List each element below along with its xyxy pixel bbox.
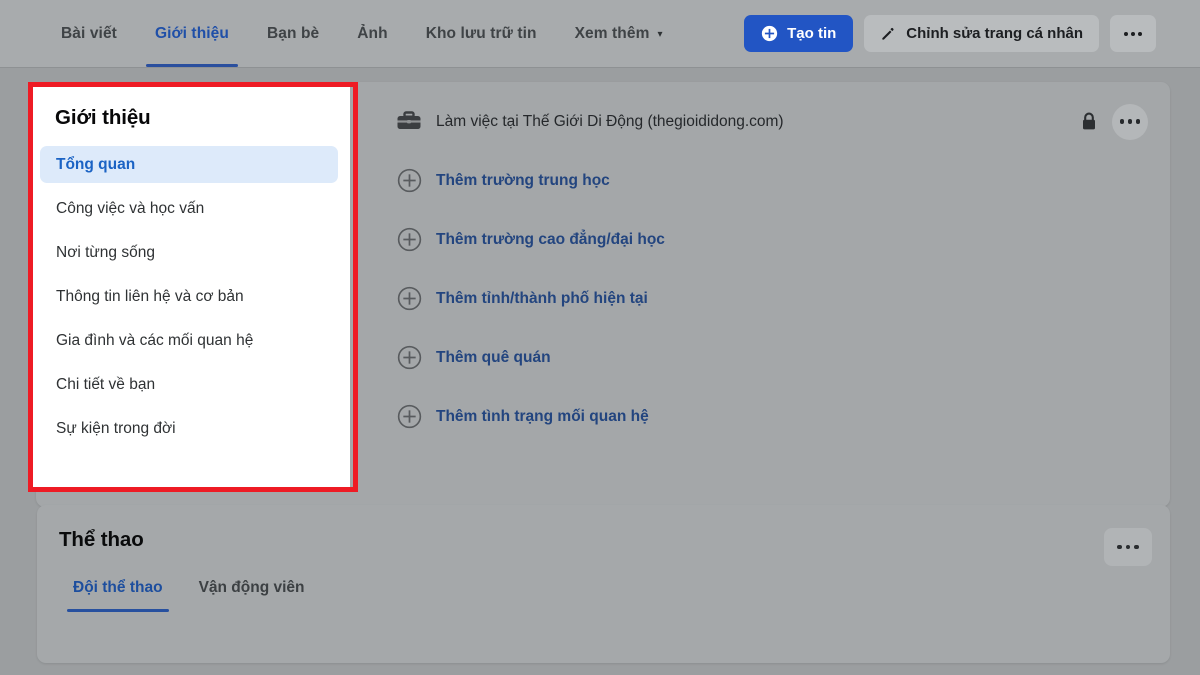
- add-hometown-label: Thêm quê quán: [436, 349, 551, 367]
- ellipsis-icon-dot: [1120, 119, 1125, 124]
- chevron-down-icon: ▾: [657, 30, 662, 40]
- intro-sidebar-title: Giới thiệu: [28, 82, 350, 130]
- plus-circle-outline-icon: [394, 168, 424, 193]
- edit-profile-button[interactable]: Chỉnh sửa trang cá nhân: [864, 15, 1099, 52]
- ellipsis-icon-dot: [1117, 545, 1122, 550]
- sports-tab-van-dong-vien[interactable]: Vận động viên: [185, 579, 319, 612]
- ellipsis-icon-dot: [1138, 32, 1142, 36]
- ellipsis-icon-dot: [1131, 32, 1135, 36]
- workplace-row-actions: [1081, 104, 1148, 140]
- pencil-icon: [880, 26, 896, 42]
- sports-card-title: Thể thao: [37, 505, 1170, 552]
- tab-label: Bạn bè: [267, 25, 319, 43]
- tab-anh[interactable]: Ảnh: [338, 0, 406, 67]
- ellipsis-icon-dot: [1126, 545, 1131, 550]
- tab-kho-luu-tru-tin[interactable]: Kho lưu trữ tin: [407, 0, 556, 67]
- sports-card: Thể thao Đội thể thao Vận động viên: [37, 505, 1170, 663]
- sidebar-item-label: Sự kiện trong đời: [56, 420, 176, 438]
- profile-action-buttons: Tạo tin Chỉnh sửa trang cá nhân: [744, 15, 1156, 52]
- tab-xem-them[interactable]: Xem thêm ▾: [556, 0, 682, 67]
- sports-tabs: Đội thể thao Vận động viên: [37, 579, 1170, 612]
- sidebar-item-label: Chi tiết về bạn: [56, 376, 155, 394]
- create-story-label: Tạo tin: [787, 25, 836, 42]
- add-high-school-label: Thêm trường trung học: [436, 172, 610, 190]
- sidebar-item-chi-tiet-ve-ban[interactable]: Chi tiết về bạn: [40, 366, 338, 403]
- tab-gioi-thieu[interactable]: Giới thiệu: [136, 0, 248, 67]
- add-college-label: Thêm trường cao đẳng/đại học: [436, 231, 665, 249]
- add-high-school-row[interactable]: Thêm trường trung học: [394, 161, 1148, 200]
- sidebar-item-label: Gia đình và các mối quan hệ: [56, 332, 253, 350]
- plus-circle-filled-icon: [761, 25, 778, 42]
- add-current-city-label: Thêm tỉnh/thành phố hiện tại: [436, 290, 648, 308]
- sports-tab-label: Vận động viên: [199, 579, 305, 596]
- plus-circle-outline-icon: [394, 227, 424, 252]
- sports-tab-doi-the-thao[interactable]: Đội thể thao: [59, 579, 177, 612]
- sidebar-item-label: Nơi từng sống: [56, 244, 155, 262]
- ellipsis-icon-dot: [1128, 119, 1133, 124]
- tab-label: Xem thêm: [575, 25, 650, 43]
- tab-bai-viet[interactable]: Bài viết: [42, 0, 136, 67]
- plus-circle-outline-icon: [394, 404, 424, 429]
- briefcase-icon: [394, 110, 424, 133]
- tab-label: Giới thiệu: [155, 25, 229, 43]
- tab-label: Ảnh: [357, 25, 387, 43]
- add-college-row[interactable]: Thêm trường cao đẳng/đại học: [394, 220, 1148, 259]
- intro-overview-content: Làm việc tại Thế Giới Di Động (thegioidi…: [366, 82, 1170, 507]
- add-relationship-status-label: Thêm tình trạng mối quan hệ: [436, 408, 649, 426]
- tab-label: Kho lưu trữ tin: [426, 25, 537, 43]
- sidebar-item-label: Công việc và học vấn: [56, 200, 204, 218]
- profile-tabs: Bài viết Giới thiệu Bạn bè Ảnh Kho lưu t…: [42, 0, 682, 67]
- info-row-workplace: Làm việc tại Thế Giới Di Động (thegioidi…: [394, 102, 1148, 141]
- tab-label: Bài viết: [61, 25, 117, 43]
- profile-nav-bar: Bài viết Giới thiệu Bạn bè Ảnh Kho lưu t…: [0, 0, 1200, 68]
- sports-tab-label: Đội thể thao: [73, 579, 163, 596]
- workplace-more-options-button[interactable]: [1112, 104, 1148, 140]
- ellipsis-icon-dot: [1136, 119, 1141, 124]
- sidebar-item-thong-tin-lien-he[interactable]: Thông tin liên hệ và cơ bản: [40, 278, 338, 315]
- create-story-button[interactable]: Tạo tin: [744, 15, 853, 52]
- sidebar-item-noi-tung-song[interactable]: Nơi từng sống: [40, 234, 338, 271]
- tab-ban-be[interactable]: Bạn bè: [248, 0, 338, 67]
- intro-card: Giới thiệu Tổng quan Công việc và học vấ…: [36, 82, 1170, 507]
- workplace-text: Làm việc tại Thế Giới Di Động (thegioidi…: [436, 113, 784, 131]
- ellipsis-icon-dot: [1134, 545, 1139, 550]
- sidebar-item-cong-viec-va-hoc-van[interactable]: Công việc và học vấn: [40, 190, 338, 227]
- lock-icon: [1081, 112, 1097, 131]
- ellipsis-icon-dot: [1124, 32, 1128, 36]
- sidebar-item-tong-quan[interactable]: Tổng quan: [40, 146, 338, 183]
- sidebar-item-gia-dinh-quan-he[interactable]: Gia đình và các mối quan hệ: [40, 322, 338, 359]
- profile-main-content: Giới thiệu Tổng quan Công việc và học vấ…: [0, 68, 1200, 675]
- intro-sidebar: Giới thiệu Tổng quan Công việc và học vấ…: [28, 82, 350, 492]
- add-hometown-row[interactable]: Thêm quê quán: [394, 338, 1148, 377]
- add-relationship-status-row[interactable]: Thêm tình trạng mối quan hệ: [394, 397, 1148, 436]
- profile-more-options-button[interactable]: [1110, 15, 1156, 52]
- add-current-city-row[interactable]: Thêm tỉnh/thành phố hiện tại: [394, 279, 1148, 318]
- intro-sidebar-list: Tổng quan Công việc và học vấn Nơi từng …: [28, 146, 350, 447]
- sidebar-item-label: Thông tin liên hệ và cơ bản: [56, 288, 244, 306]
- sidebar-item-su-kien-trong-doi[interactable]: Sự kiện trong đời: [40, 410, 338, 447]
- sidebar-item-label: Tổng quan: [56, 156, 135, 174]
- plus-circle-outline-icon: [394, 286, 424, 311]
- plus-circle-outline-icon: [394, 345, 424, 370]
- sports-more-options-button[interactable]: [1104, 528, 1152, 566]
- edit-profile-label: Chỉnh sửa trang cá nhân: [906, 25, 1083, 42]
